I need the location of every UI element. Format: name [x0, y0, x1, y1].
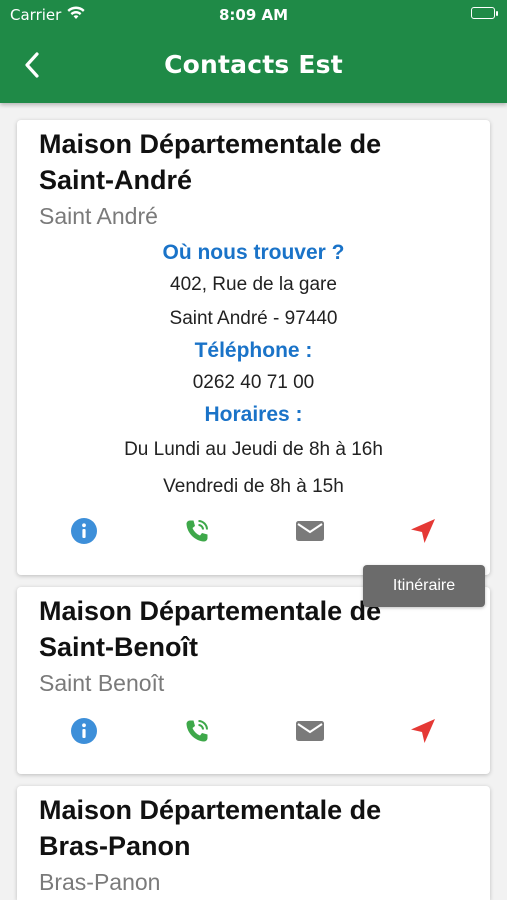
card-title-line2: Saint-André [39, 165, 193, 195]
hours-line2: Vendredi de 8h à 15h [163, 476, 344, 497]
hours-heading: Horaires : [204, 403, 303, 426]
where-heading: Où nous trouver ? [162, 241, 345, 264]
call-button[interactable] [179, 513, 215, 549]
card-title-line1: Maison Départementale de [39, 795, 382, 825]
contact-card-saint-andre: Maison Départementale de Saint-André Sai… [17, 120, 490, 575]
card-title-line2: Bras-Panon [39, 831, 191, 861]
directions-button[interactable] [405, 513, 441, 549]
status-bar: Carrier 8:09 AM [0, 0, 507, 30]
info-icon [71, 718, 97, 744]
hours-line1: Du Lundi au Jeudi de 8h à 16h [124, 439, 383, 460]
mail-icon [296, 721, 324, 741]
page-title: Contacts Est [164, 50, 343, 79]
directions-tooltip: Itinéraire [363, 565, 485, 607]
card-title-line1: Maison Départementale de [39, 129, 382, 159]
card-title-line2: Saint-Benoît [39, 632, 198, 662]
card-actions [17, 513, 490, 553]
battery-icon [471, 7, 498, 19]
address-line1: 402, Rue de la gare [170, 274, 337, 295]
phone-call-icon [186, 520, 208, 542]
navigation-arrow-icon [411, 519, 435, 543]
card-subtitle: Saint Benoît [39, 670, 165, 696]
directions-button[interactable] [405, 713, 441, 749]
info-button[interactable] [66, 713, 102, 749]
card-actions [17, 713, 490, 753]
info-button[interactable] [66, 513, 102, 549]
phone-call-icon [186, 720, 208, 742]
info-icon [71, 518, 97, 544]
address-line2: Saint André - 97440 [169, 308, 338, 329]
app-header: Carrier 8:09 AM Contacts Est [0, 0, 507, 103]
card-subtitle: Saint André [39, 203, 158, 229]
phone-heading: Téléphone : [194, 339, 313, 362]
contact-card-saint-benoit: Maison Départementale de Saint-Benoît Sa… [17, 587, 490, 774]
navigation-arrow-icon [411, 719, 435, 743]
call-button[interactable] [179, 713, 215, 749]
email-button[interactable] [292, 713, 328, 749]
contact-card-bras-panon: Maison Départementale de Bras-Panon Bras… [17, 786, 490, 900]
phone-number[interactable]: 0262 40 71 00 [39, 366, 468, 400]
mail-icon [296, 521, 324, 541]
card-subtitle: Bras-Panon [39, 869, 161, 895]
clock-time: 8:09 AM [218, 6, 289, 24]
email-button[interactable] [292, 513, 328, 549]
